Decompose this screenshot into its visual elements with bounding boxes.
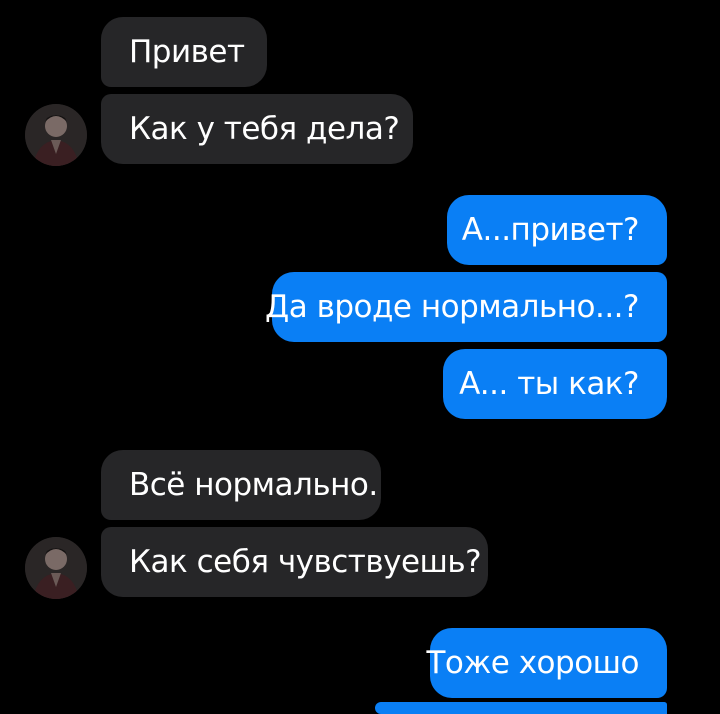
chat-thread[interactable]: Привет Как у тебя дела? А...привет? Да в… (0, 0, 720, 714)
message-text: Всё нормально. (129, 467, 378, 503)
incoming-message[interactable]: Как у тебя дела? (101, 94, 413, 164)
outgoing-message[interactable]: Да вроде нормально...? (265, 272, 667, 342)
incoming-message[interactable]: Как себя чувствуешь? (101, 527, 488, 597)
incoming-message[interactable]: Привет (101, 17, 267, 87)
message-text: А...привет? (461, 212, 640, 248)
message-text: Да вроде нормально...? (265, 289, 639, 325)
outgoing-message-partial[interactable] (375, 702, 667, 714)
avatar-photo-icon (25, 104, 87, 166)
message-text: Как себя чувствуешь? (129, 544, 482, 580)
message-text: Привет (129, 34, 245, 70)
message-text: А... ты как? (459, 366, 639, 402)
outgoing-message[interactable]: А...привет? (447, 195, 667, 265)
outgoing-message[interactable]: А... ты как? (443, 349, 667, 419)
message-text: Как у тебя дела? (129, 111, 400, 147)
incoming-message[interactable]: Всё нормально. (101, 450, 381, 520)
contact-avatar[interactable] (25, 104, 87, 166)
message-text: Тоже хорошо (426, 645, 639, 681)
outgoing-message[interactable]: Тоже хорошо (426, 628, 667, 698)
contact-avatar[interactable] (25, 537, 87, 599)
avatar-photo-icon (25, 537, 87, 599)
